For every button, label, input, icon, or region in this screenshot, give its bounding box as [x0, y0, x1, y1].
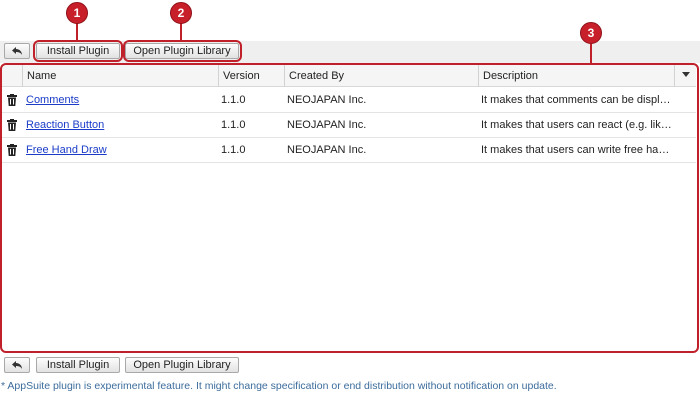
trash-icon[interactable]: [7, 94, 17, 106]
top-toolbar: Install Plugin Open Plugin Library: [0, 41, 700, 63]
column-menu-button[interactable]: [674, 65, 696, 87]
plugin-version-cell: 1.1.0: [221, 144, 246, 156]
plugin-description-cell: It makes that users can write free hand …: [481, 144, 674, 156]
install-plugin-button[interactable]: Install Plugin: [36, 357, 120, 373]
plugin-version-cell: 1.1.0: [221, 119, 246, 131]
open-plugin-library-button[interactable]: Open Plugin Library: [125, 43, 239, 59]
table-header: Name Version Created By Description: [2, 65, 696, 87]
callout-line-2: [180, 23, 182, 41]
plugin-name-cell: Free Hand Draw: [24, 138, 216, 163]
callout-line-3: [590, 44, 592, 64]
experimental-notice: * AppSuite plugin is experimental featur…: [1, 380, 557, 392]
table-row: Reaction Button 1.1.0 NEOJAPAN Inc. It m…: [2, 113, 696, 138]
plugin-name-link[interactable]: Free Hand Draw: [26, 144, 107, 156]
plugin-table: Name Version Created By Description Comm…: [2, 65, 696, 351]
table-row: Comments 1.1.0 NEOJAPAN Inc. It makes th…: [2, 88, 696, 113]
column-header-version[interactable]: Version: [218, 65, 284, 87]
plugin-name-link[interactable]: Reaction Button: [26, 119, 104, 131]
column-header-description[interactable]: Description: [478, 65, 674, 87]
plugin-created-by-cell: NEOJAPAN Inc.: [287, 144, 367, 156]
plugin-created-by-cell: NEOJAPAN Inc.: [287, 94, 367, 106]
trash-icon[interactable]: [7, 119, 17, 131]
callout-badge-1: 1: [66, 2, 88, 24]
header-actions: [2, 65, 22, 87]
column-header-created-by[interactable]: Created By: [284, 65, 478, 87]
bottom-toolbar: Install Plugin Open Plugin Library: [0, 355, 700, 377]
callout-badge-2: 2: [170, 2, 192, 24]
plugin-description-cell: It makes that comments can be display…: [481, 94, 674, 106]
column-header-name[interactable]: Name: [22, 65, 218, 87]
plugin-name-cell: Comments: [24, 88, 216, 113]
plugin-version-cell: 1.1.0: [221, 94, 246, 106]
plugin-description-cell: It makes that users can react (e.g. like…: [481, 119, 674, 131]
callout-line-1: [76, 23, 78, 41]
install-plugin-button[interactable]: Install Plugin: [36, 43, 120, 59]
back-button[interactable]: [4, 357, 30, 373]
trash-icon[interactable]: [7, 144, 17, 156]
back-arrow-icon: [12, 47, 22, 55]
plugin-name-link[interactable]: Comments: [26, 94, 79, 106]
back-button[interactable]: [4, 43, 30, 59]
open-plugin-library-button[interactable]: Open Plugin Library: [125, 357, 239, 373]
callout-badge-3: 3: [580, 22, 602, 44]
table-row: Free Hand Draw 1.1.0 NEOJAPAN Inc. It ma…: [2, 138, 696, 163]
chevron-down-icon: [682, 72, 690, 77]
back-arrow-icon: [12, 361, 22, 369]
plugin-created-by-cell: NEOJAPAN Inc.: [287, 119, 367, 131]
plugin-name-cell: Reaction Button: [24, 113, 216, 138]
